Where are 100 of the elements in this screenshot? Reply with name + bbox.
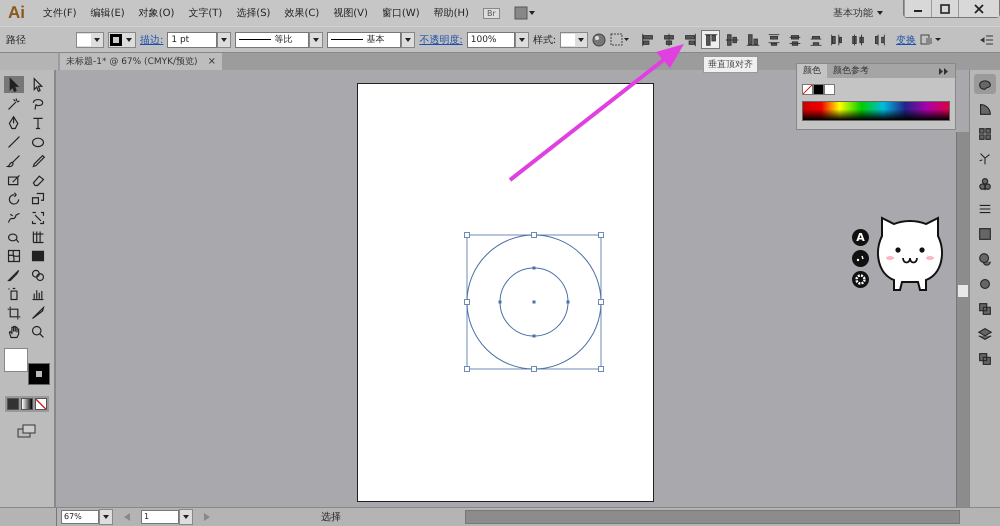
caret-icon (183, 515, 189, 519)
menu-item[interactable]: 文件(F) (43, 6, 77, 20)
none-mode-button[interactable] (35, 398, 47, 410)
brush-dropdown[interactable]: 基本 (327, 32, 402, 48)
panel-icon[interactable] (977, 326, 993, 342)
dropdown-button[interactable] (99, 509, 113, 525)
stroke-dropdown[interactable] (108, 32, 136, 48)
recolor-icon[interactable] (592, 32, 606, 46)
none-swatch[interactable] (802, 84, 813, 95)
caret-icon (518, 38, 525, 42)
opacity-field[interactable]: 100% (466, 32, 515, 48)
menu-item[interactable]: 窗口(W) (382, 6, 420, 20)
maximize-icon[interactable] (940, 4, 950, 14)
tool-icon (6, 96, 22, 112)
expand-icon[interactable] (939, 68, 949, 74)
align-icon (850, 32, 866, 48)
menu-item[interactable]: 文字(T) (188, 6, 222, 20)
caret-icon (877, 11, 883, 15)
arrange-icon[interactable] (514, 6, 536, 20)
menu-item[interactable]: 效果(C) (284, 6, 320, 20)
screen-mode-icon[interactable] (17, 424, 37, 438)
fill-dropdown[interactable] (76, 32, 104, 48)
dropdown-button[interactable] (217, 32, 232, 48)
settings-icon[interactable] (852, 271, 869, 288)
stroke-link[interactable]: 描边: (140, 32, 164, 46)
overlay-text-button[interactable]: A (852, 229, 869, 246)
dropdown-button[interactable] (401, 32, 416, 48)
panel-icon[interactable] (977, 101, 993, 117)
current-tool-label: 选择 (320, 510, 342, 524)
variable-width-dropdown[interactable]: 等比 (235, 32, 310, 48)
tool-icon (30, 210, 46, 226)
transform-link[interactable]: 变换 (896, 32, 916, 46)
tool-icon (6, 324, 22, 340)
color-mode-button[interactable] (7, 398, 19, 410)
stroke-color-swatch[interactable] (29, 364, 49, 384)
align-icon (766, 32, 782, 48)
panel-icon[interactable] (977, 126, 993, 142)
panel-icon[interactable] (977, 251, 993, 267)
tool-icon (6, 190, 22, 206)
selected-ring-drawing[interactable] (464, 232, 604, 372)
selection-label: 路径 (6, 34, 27, 46)
dropdown-button[interactable] (309, 32, 324, 48)
gradient-mode-button[interactable] (21, 398, 33, 410)
style-dropdown[interactable] (560, 32, 588, 48)
overlay-face-icon[interactable] (852, 250, 869, 267)
align-icon (640, 32, 656, 48)
tool-icon (6, 304, 22, 320)
menu-item[interactable]: 对象(O) (138, 6, 174, 20)
tool-icon (6, 152, 22, 168)
caret-icon (94, 38, 100, 42)
isolate-icon[interactable] (920, 32, 942, 46)
panel-icon[interactable] (977, 176, 993, 192)
menu-item[interactable]: 帮助(H) (434, 6, 469, 20)
swatch[interactable] (813, 84, 824, 95)
menu-item[interactable]: 编辑(E) (90, 6, 125, 20)
artboard-field[interactable]: 1 (141, 510, 179, 524)
caret-icon (103, 515, 109, 519)
caret-icon (405, 38, 412, 42)
color-spectrum[interactable] (802, 101, 950, 121)
panel-icon[interactable] (977, 226, 993, 242)
panel-icon[interactable] (977, 301, 993, 317)
dropdown-button[interactable] (179, 509, 193, 525)
dropdown-button[interactable] (514, 32, 529, 48)
selection-grid-icon[interactable] (610, 32, 630, 46)
tool-icon (30, 324, 46, 340)
tool-icon (6, 134, 22, 150)
app-logo: Ai (8, 3, 25, 23)
opacity-link[interactable]: 不透明度: (419, 32, 463, 46)
workspace-switcher[interactable]: 基本功能 (833, 6, 873, 20)
caret-icon (313, 38, 320, 42)
menu-item[interactable]: 视图(V) (333, 6, 368, 20)
close-icon[interactable] (974, 4, 984, 14)
tool-icon (30, 228, 46, 244)
style-label: 样式: (532, 34, 556, 46)
panel-menu-icon[interactable] (980, 34, 994, 46)
caret-icon (578, 38, 584, 42)
align-icon (702, 32, 719, 48)
swatch[interactable] (824, 84, 835, 95)
panel-tab[interactable]: 颜色 (797, 64, 827, 78)
tool-icon (30, 190, 46, 206)
panel-icon[interactable] (977, 276, 993, 292)
zoom-field[interactable]: 67% (61, 510, 99, 524)
horizontal-scrollbar[interactable] (465, 510, 960, 524)
panel-tab[interactable]: 颜色参考 (827, 64, 875, 78)
menu-item[interactable]: 选择(S) (236, 6, 270, 20)
close-tab-button[interactable]: × (208, 56, 216, 67)
tool-icon (30, 152, 46, 168)
panel-icon[interactable] (977, 351, 993, 367)
document-tab[interactable]: 未标题-1* @ 67% (CMYK/预览) × (60, 53, 222, 70)
align-button[interactable] (701, 30, 720, 49)
align-icon (744, 32, 761, 48)
vertical-scrollbar[interactable] (956, 132, 969, 507)
tool-icon (6, 248, 22, 264)
tooltip: 垂直顶对齐 (703, 56, 758, 73)
bridge-button[interactable]: Br (482, 8, 500, 18)
stroke-weight-field[interactable]: 1 pt (167, 32, 218, 48)
fill-color-swatch[interactable] (4, 348, 28, 372)
tool-button[interactable] (4, 76, 24, 93)
align-icon (828, 32, 845, 48)
tool-icon (30, 304, 46, 320)
